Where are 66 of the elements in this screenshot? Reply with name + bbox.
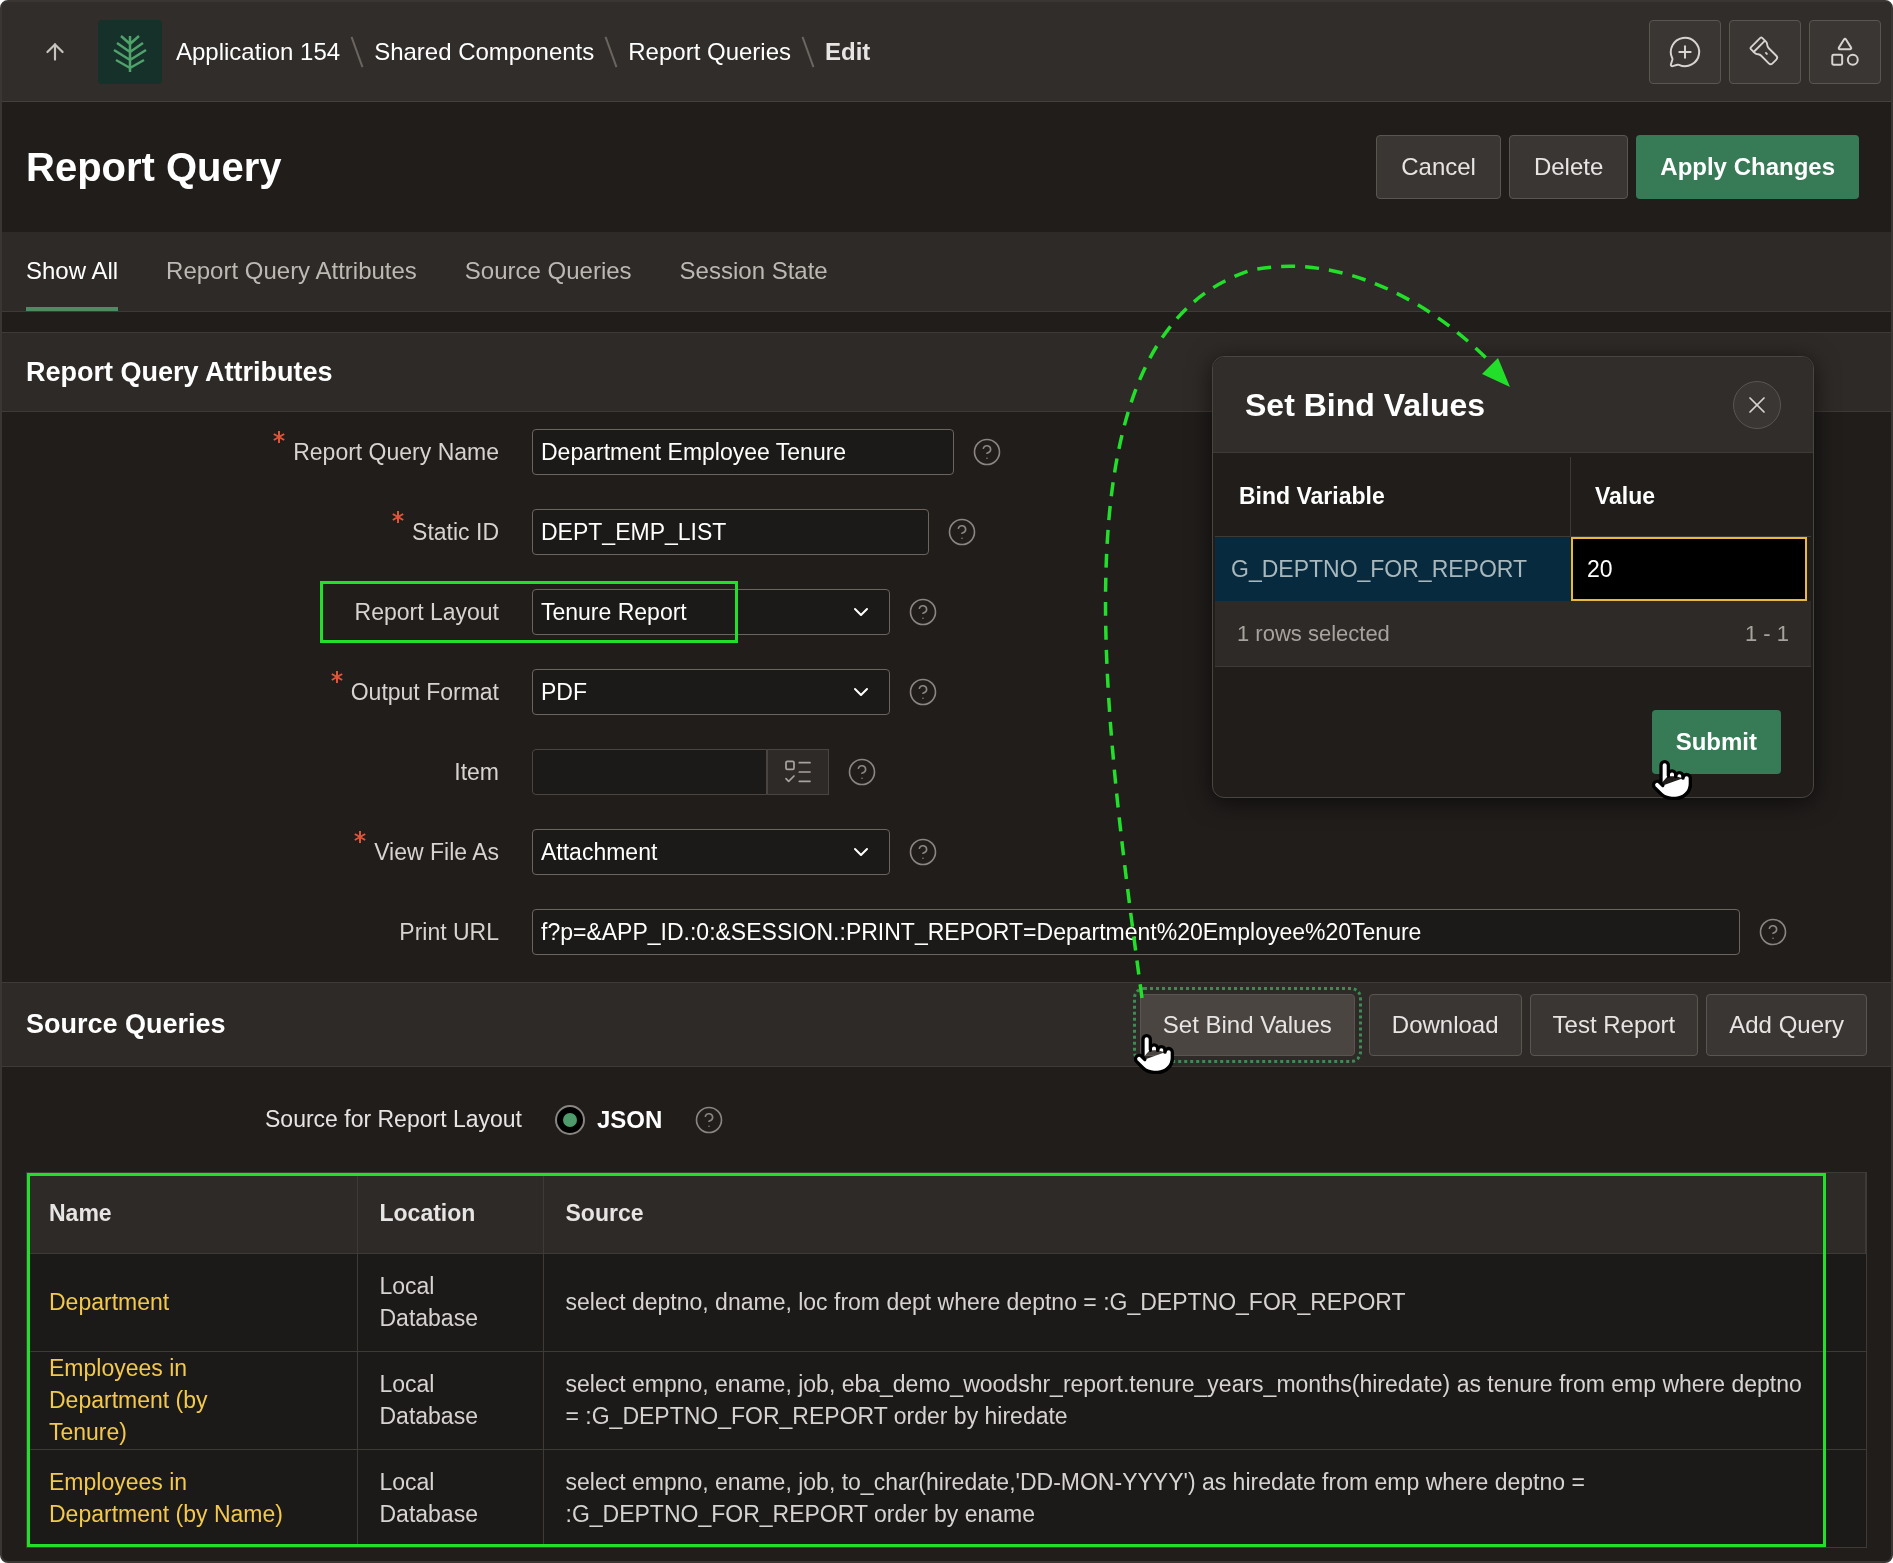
field-label: Print URL [399, 917, 499, 947]
tab[interactable]: Source Queries [464, 253, 632, 311]
breadcrumb-link[interactable]: Shared Components [374, 33, 595, 70]
help-icon[interactable] [908, 597, 938, 627]
close-button[interactable] [1733, 380, 1781, 429]
select-field[interactable]: Attachment [532, 829, 890, 875]
query-name-link[interactable]: Department [49, 1286, 289, 1318]
tab[interactable]: Report Query Attributes [166, 253, 417, 311]
table-cell: Local Database [357, 1449, 543, 1547]
row-count: 1 rows selected [1237, 620, 1390, 648]
field-label: Report Layout [354, 597, 499, 627]
hand-cursor-icon [1132, 1032, 1176, 1076]
help-icon[interactable] [908, 677, 938, 707]
shapes-button[interactable] [1809, 19, 1881, 84]
value-field[interactable]: 20 [1571, 537, 1807, 601]
pagination-range: 1 - 1 [1744, 620, 1789, 648]
query-name-link[interactable]: Employees in Department (by Tenure) [49, 1352, 289, 1448]
chat-plus-icon [1668, 34, 1702, 69]
radio-label: JSON [597, 1104, 663, 1135]
list-button[interactable] [767, 749, 829, 795]
help-icon[interactable] [694, 1104, 725, 1135]
table-cell: select empno, ename, job, to_char(hiredate,'DD-MON-YYYY') as hiredate from emp where deptno = :G_DEPTNO_FOR_REPORT order by ename [543, 1449, 1866, 1547]
breadcrumb-link[interactable]: Application 154 [176, 33, 341, 70]
dialog-title: Set Bind Values [1245, 385, 1486, 425]
table-cell: select deptno, dname, loc from dept where deptno = :G_DEPTNO_FOR_REPORT [543, 1253, 1866, 1351]
toolbar-button[interactable]: Test Report [1529, 993, 1699, 1056]
select-field[interactable]: PDF [532, 669, 890, 715]
table-cell[interactable]: G_DEPTNO_FOR_REPORT [1215, 537, 1571, 601]
section-title: Report Query Attributes [26, 355, 333, 389]
header-button[interactable]: Delete [1508, 135, 1629, 199]
field-label: Static ID [412, 517, 499, 547]
tab[interactable]: Session State [679, 253, 828, 311]
help-icon[interactable] [972, 437, 1002, 467]
text-field[interactable]: Department Employee Tenure [532, 429, 954, 475]
help-icon[interactable] [847, 757, 877, 787]
field-label: View File As [374, 837, 499, 867]
radio-button[interactable] [555, 1104, 585, 1135]
field-label: Output Format [350, 677, 499, 707]
text-field[interactable]: DEPT_EMP_LIST [532, 509, 929, 555]
app-logo[interactable] [98, 19, 162, 84]
help-icon[interactable] [1758, 917, 1788, 947]
field-label: Source for Report Layout [265, 1105, 522, 1135]
help-icon[interactable] [947, 517, 977, 547]
column-header[interactable]: Bind Variable [1215, 457, 1571, 536]
help-icon[interactable] [908, 837, 938, 867]
table-cell: select empno, ename, job, eba_demo_woodshr_report.tenure_years_months(hiredate) as tenure from emp where deptno = :G_DEPTNO_FOR_REPORT order by hiredate [543, 1351, 1866, 1449]
column-header[interactable]: Value [1571, 457, 1811, 536]
select-field[interactable]: Tenure Report [532, 589, 890, 635]
flashlight-button[interactable] [1729, 19, 1801, 84]
breadcrumb-link[interactable]: Edit [825, 33, 871, 70]
toolbar-button[interactable]: Add Query [1706, 993, 1867, 1056]
text-field[interactable] [532, 749, 767, 795]
field-label: Item [454, 757, 499, 787]
header-button[interactable]: Cancel [1376, 135, 1501, 199]
field-label: Report Query Name [293, 437, 499, 467]
page-title: Report Query [26, 144, 282, 191]
header-button[interactable]: Apply Changes [1636, 135, 1859, 199]
section-title: Source Queries [26, 1008, 226, 1042]
breadcrumb-link[interactable]: Report Queries [628, 33, 791, 70]
text-field[interactable]: f?p=&APP_ID.:0:&SESSION.:PRINT_REPORT=Department%20Employee%20Tenure [532, 909, 1740, 955]
tab[interactable]: Show All [26, 253, 119, 311]
hand-cursor-icon [1650, 758, 1694, 802]
submit-button[interactable]: Submit [1651, 710, 1781, 774]
feedback-button[interactable] [1649, 19, 1721, 84]
toolbar-button[interactable]: Download [1368, 993, 1522, 1056]
query-name-link[interactable]: Employees in Department (by Name) [49, 1466, 289, 1531]
